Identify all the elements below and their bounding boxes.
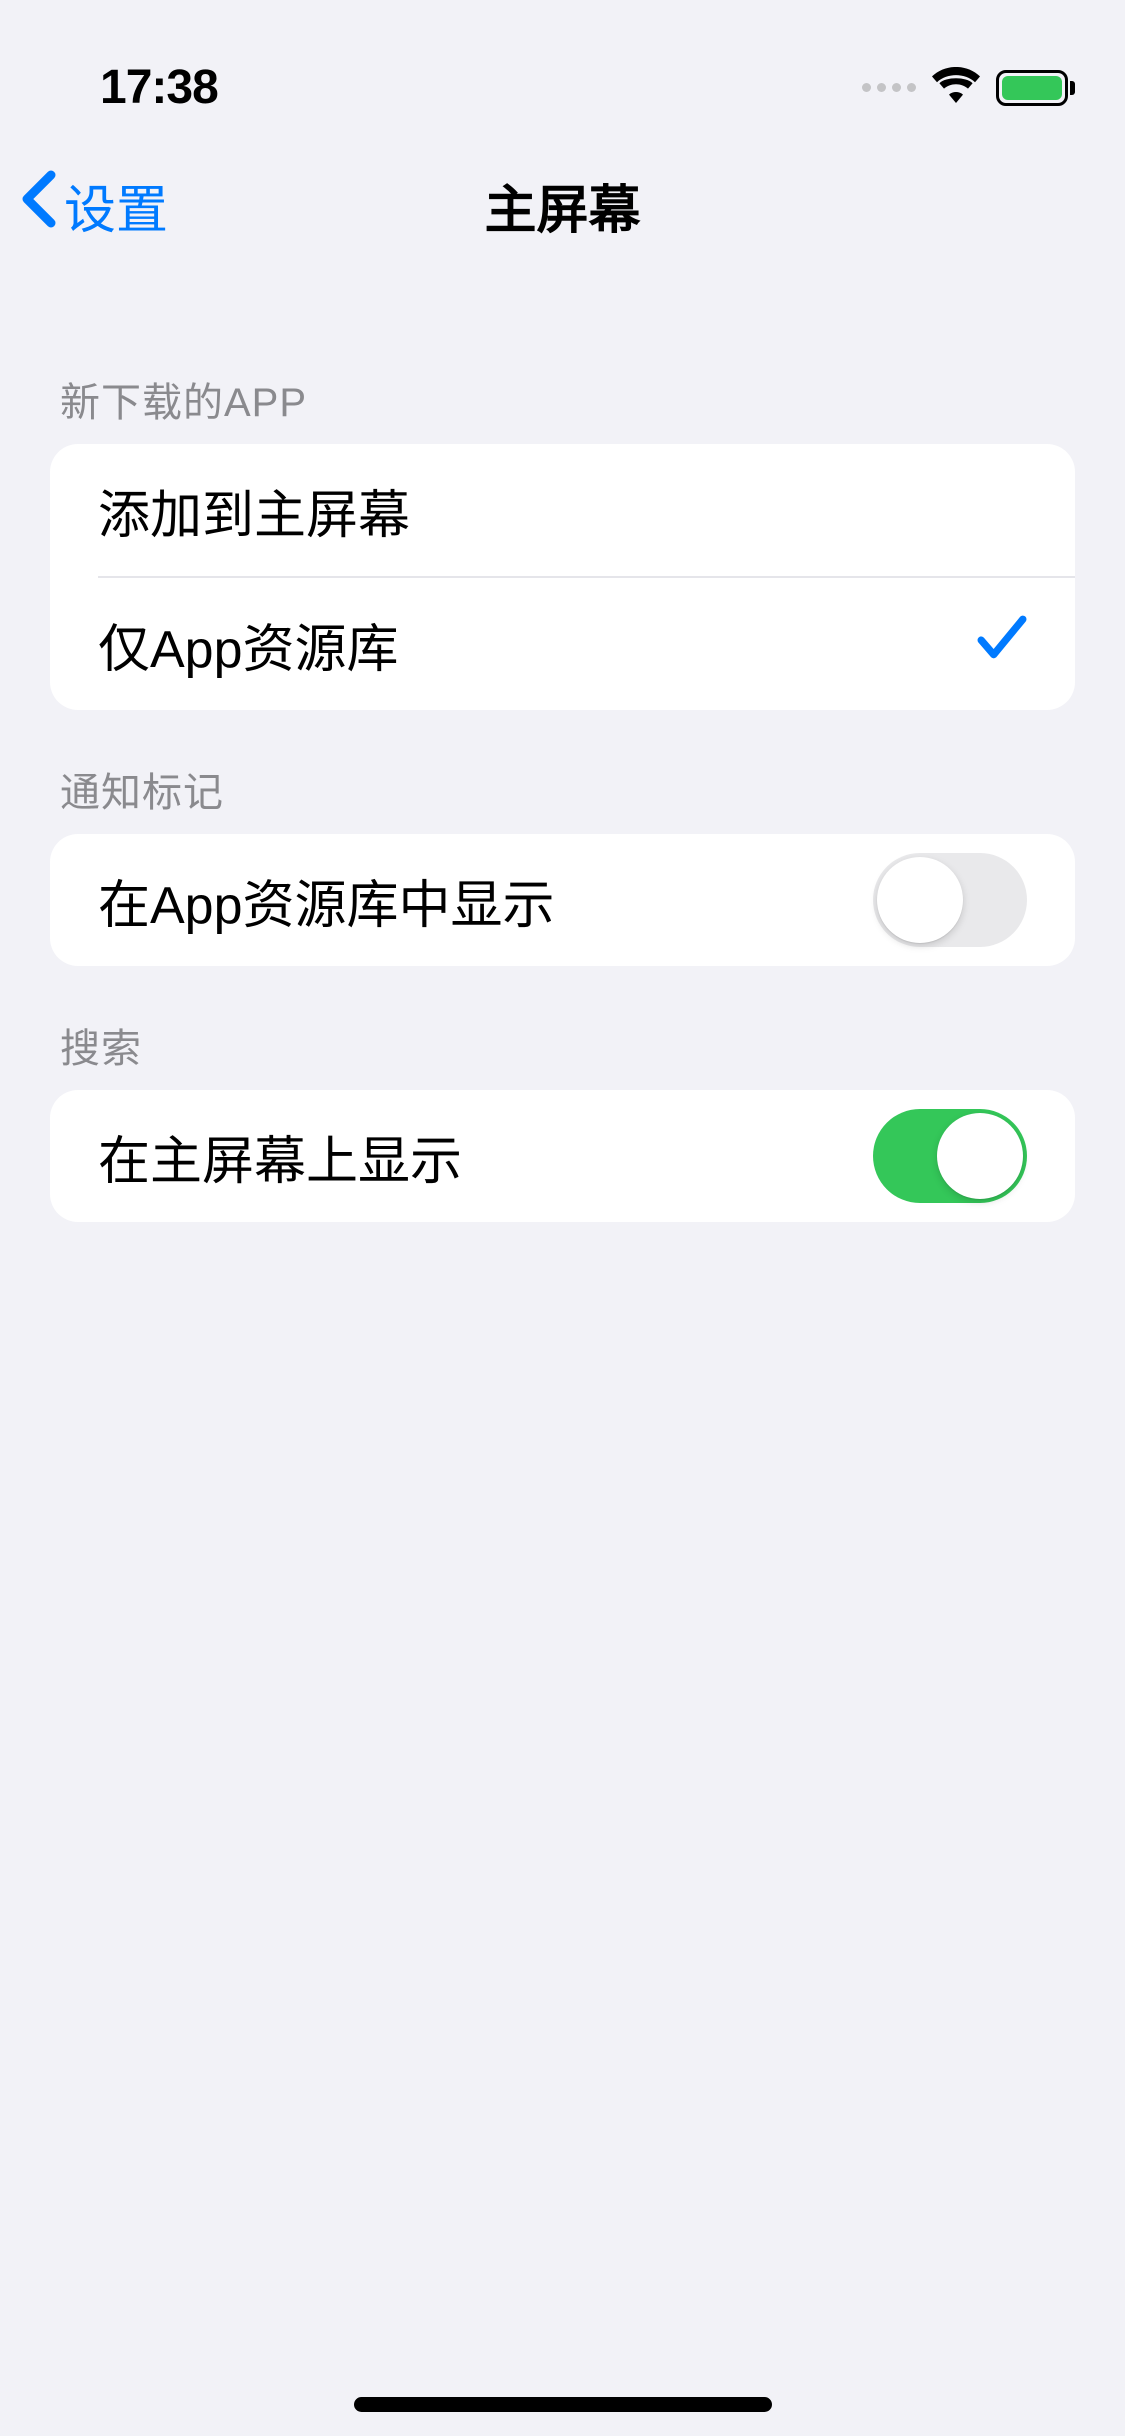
status-time: 17:38 — [100, 60, 218, 115]
group-new-apps: 添加到主屏幕 仅App资源库 — [50, 444, 1075, 710]
row-label: 在App资源库中显示 — [98, 863, 555, 938]
toggle-show-in-app-library[interactable] — [873, 853, 1027, 947]
option-label: 仅App资源库 — [98, 607, 399, 682]
status-icons — [862, 67, 1075, 108]
home-indicator[interactable] — [354, 2397, 772, 2412]
chevron-left-icon — [20, 169, 58, 242]
battery-icon — [996, 70, 1075, 106]
option-label: 添加到主屏幕 — [98, 473, 410, 548]
status-bar: 17:38 — [0, 0, 1125, 140]
back-button[interactable]: 设置 — [20, 168, 168, 243]
row-label: 在主屏幕上显示 — [98, 1119, 462, 1194]
toggle-show-on-home[interactable] — [873, 1109, 1027, 1203]
group-search: 在主屏幕上显示 — [50, 1090, 1075, 1222]
row-show-in-app-library: 在App资源库中显示 — [50, 834, 1075, 966]
wifi-icon — [932, 67, 980, 108]
section-header-new-apps: 新下载的APP — [0, 270, 1125, 444]
section-header-search: 搜索 — [0, 966, 1125, 1090]
signal-dots-icon — [862, 83, 916, 92]
section-header-badges: 通知标记 — [0, 710, 1125, 834]
page-title: 主屏幕 — [484, 168, 640, 243]
row-show-on-home: 在主屏幕上显示 — [50, 1090, 1075, 1222]
back-label: 设置 — [64, 168, 168, 243]
option-app-library-only[interactable]: 仅App资源库 — [50, 578, 1075, 710]
option-add-to-home[interactable]: 添加到主屏幕 — [50, 444, 1075, 576]
nav-bar: 设置 主屏幕 — [0, 140, 1125, 270]
checkmark-icon — [977, 614, 1027, 674]
group-badges: 在App资源库中显示 — [50, 834, 1075, 966]
